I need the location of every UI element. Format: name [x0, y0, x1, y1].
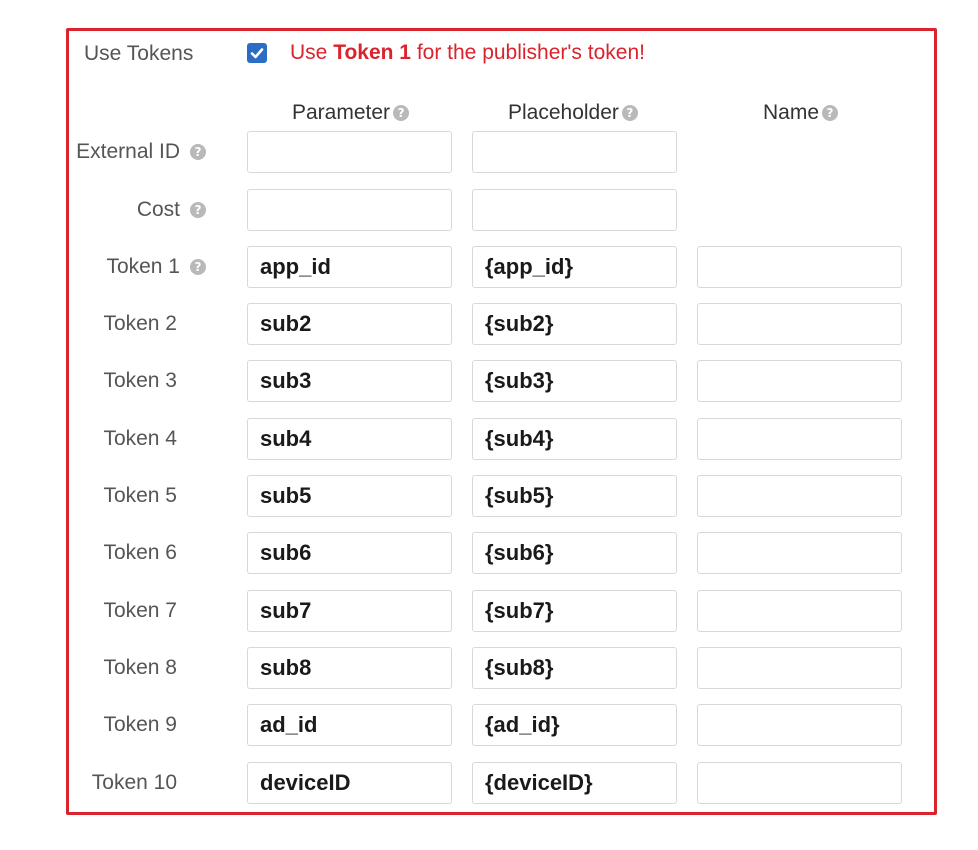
- help-icon[interactable]: ?: [190, 144, 206, 160]
- parameter-input[interactable]: sub2: [247, 303, 452, 345]
- help-icon[interactable]: ?: [822, 105, 839, 121]
- row-label-text: Token 9: [103, 713, 177, 736]
- row-label-text: Token 10: [91, 771, 177, 794]
- row-label-text: Cost: [136, 198, 180, 221]
- row-label-text: Token 1: [106, 255, 180, 278]
- name-input[interactable]: [697, 303, 902, 345]
- name-input[interactable]: [697, 246, 902, 288]
- name-input[interactable]: [697, 532, 902, 574]
- parameter-input[interactable]: sub8: [247, 647, 452, 689]
- row-label: Cost?: [137, 189, 206, 231]
- parameter-input[interactable]: [247, 189, 452, 231]
- row-label: Token 9: [103, 704, 206, 746]
- row-label: Token 6: [103, 532, 206, 574]
- name-input[interactable]: [697, 590, 902, 632]
- placeholder-input[interactable]: {sub2}: [472, 303, 677, 345]
- check-icon: [250, 48, 264, 59]
- parameter-input[interactable]: deviceID: [247, 762, 452, 804]
- placeholder-input[interactable]: {ad_id}: [472, 704, 677, 746]
- parameter-input[interactable]: sub3: [247, 360, 452, 402]
- name-input[interactable]: [697, 704, 902, 746]
- placeholder-input[interactable]: {deviceID}: [472, 762, 677, 804]
- token-hint-suffix: for the publisher's token!: [410, 41, 645, 64]
- row-label: External ID?: [76, 131, 206, 173]
- parameter-input[interactable]: app_id: [247, 246, 452, 288]
- use-tokens-label: Use Tokens: [84, 42, 194, 65]
- row-label-text: Token 7: [103, 599, 177, 622]
- row-label: Token 7: [103, 590, 206, 632]
- parameter-input[interactable]: sub7: [247, 590, 452, 632]
- row-label: Token 1?: [106, 246, 206, 288]
- placeholder-input[interactable]: {app_id}: [472, 246, 677, 288]
- row-label-text: Token 5: [103, 484, 177, 507]
- name-input[interactable]: [697, 762, 902, 804]
- row-label: Token 5: [103, 475, 206, 517]
- help-icon[interactable]: ?: [621, 105, 638, 121]
- parameter-input[interactable]: ad_id: [247, 704, 452, 746]
- row-label: Token 8: [103, 647, 206, 689]
- placeholder-input[interactable]: [472, 189, 677, 231]
- parameter-input[interactable]: sub4: [247, 418, 452, 460]
- row-label-text: Token 6: [103, 541, 177, 564]
- help-icon[interactable]: ?: [190, 259, 206, 275]
- row-label: Token 4: [103, 418, 206, 460]
- name-input[interactable]: [697, 418, 902, 460]
- row-label: Token 2: [103, 303, 206, 345]
- row-label: Token 10: [92, 762, 206, 804]
- placeholder-input[interactable]: {sub7}: [472, 590, 677, 632]
- use-tokens-checkbox[interactable]: [247, 43, 267, 63]
- help-icon[interactable]: ?: [190, 202, 206, 218]
- placeholder-input[interactable]: [472, 131, 677, 173]
- row-label-text: Token 8: [103, 656, 177, 679]
- column-name-label: Name: [763, 101, 820, 124]
- help-icon[interactable]: ?: [393, 105, 410, 121]
- row-label-text: Token 3: [103, 369, 177, 392]
- placeholder-input[interactable]: {sub4}: [472, 418, 677, 460]
- placeholder-input[interactable]: {sub3}: [472, 360, 677, 402]
- parameter-input[interactable]: sub6: [247, 532, 452, 574]
- parameter-input[interactable]: [247, 131, 452, 173]
- placeholder-input[interactable]: {sub8}: [472, 647, 677, 689]
- token-hint-bold: Token 1: [333, 41, 411, 64]
- token-hint-prefix: Use: [290, 41, 334, 64]
- row-label-text: Token 2: [103, 312, 177, 335]
- row-label: Token 3: [103, 360, 206, 402]
- row-label-text: External ID: [76, 140, 180, 163]
- column-parameter-label: Parameter: [292, 101, 391, 124]
- parameter-input[interactable]: sub5: [247, 475, 452, 517]
- name-input[interactable]: [697, 475, 902, 517]
- column-header-parameter: Parameter?: [292, 101, 410, 125]
- placeholder-input[interactable]: {sub5}: [472, 475, 677, 517]
- placeholder-input[interactable]: {sub6}: [472, 532, 677, 574]
- column-placeholder-label: Placeholder: [508, 101, 619, 124]
- column-header-name: Name?: [763, 101, 839, 125]
- column-header-placeholder: Placeholder?: [508, 101, 638, 125]
- name-input[interactable]: [697, 360, 902, 402]
- token-hint: Use Token 1 for the publisher's token!: [290, 41, 645, 65]
- name-input[interactable]: [697, 647, 902, 689]
- row-label-text: Token 4: [103, 427, 177, 450]
